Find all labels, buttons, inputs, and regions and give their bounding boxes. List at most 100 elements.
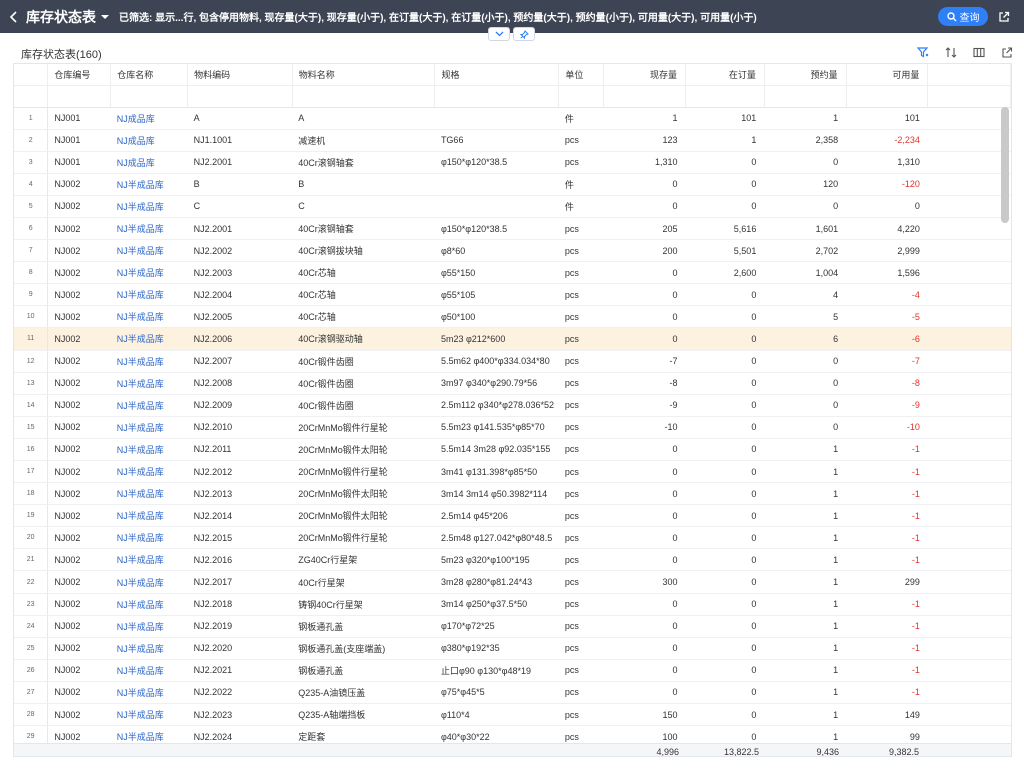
cell-warehouse-name[interactable]: NJ半成品库 xyxy=(110,460,188,484)
cell-warehouse-name[interactable]: NJ成品库 xyxy=(110,107,188,130)
col-header[interactable]: 规格 xyxy=(434,64,560,86)
column-filter-input[interactable] xyxy=(187,85,293,108)
vertical-scrollbar[interactable] xyxy=(1001,107,1009,223)
cell-warehouse-name[interactable]: NJ半成品库 xyxy=(110,482,188,506)
table-row[interactable]: 11 NJ002 NJ半成品库 NJ2.2006 40Cr滚钢驱动轴 5m23 φ212*… xyxy=(14,327,1011,351)
cell-warehouse-name[interactable]: NJ半成品库 xyxy=(110,659,188,682)
cell-warehouse-name[interactable]: NJ半成品库 xyxy=(110,283,188,307)
table-row[interactable]: 24 NJ002 NJ半成品库 NJ2.2019 钢板通孔盖 φ170*φ72*25 pcs… xyxy=(14,615,1011,638)
table-row[interactable]: 18 NJ002 NJ半成品库 NJ2.2013 20CrMnMo锻件太阳轮 3m14 3… xyxy=(14,482,1011,506)
pin-button[interactable] xyxy=(513,27,535,41)
table-row[interactable]: 15 NJ002 NJ半成品库 NJ2.2010 20CrMnMo锻件行星轮 5.5m23… xyxy=(14,416,1011,439)
cell-warehouse-name[interactable]: NJ半成品库 xyxy=(110,394,188,417)
table-row[interactable]: 13 NJ002 NJ半成品库 NJ2.2008 40Cr锻件齿圈 3m97 φ340*φ… xyxy=(14,372,1011,395)
table-row[interactable]: 27 NJ002 NJ半成品库 NJ2.2022 Q235-A油镜压盖 φ75*φ45*5… xyxy=(14,681,1011,705)
cell-warehouse-name[interactable]: NJ半成品库 xyxy=(110,593,188,616)
cell-warehouse-name[interactable]: NJ半成品库 xyxy=(110,615,188,638)
column-filter-input[interactable] xyxy=(764,85,847,108)
table-row[interactable]: 21 NJ002 NJ半成品库 NJ2.2016 ZG40Cr行星架 5m23 φ320*… xyxy=(14,548,1011,572)
cell-warehouse-name[interactable]: NJ半成品库 xyxy=(110,548,188,572)
cell-warehouse-name[interactable]: NJ半成品库 xyxy=(110,239,188,263)
export-table-icon[interactable] xyxy=(993,44,1021,60)
col-header[interactable]: 物料名称 xyxy=(292,64,436,86)
cell-available: -2,234 xyxy=(846,129,928,152)
column-filter-input[interactable] xyxy=(846,85,929,108)
cell-warehouse-name[interactable]: NJ成品库 xyxy=(110,129,188,152)
table-row[interactable]: 8 NJ002 NJ半成品库 NJ2.2003 40Cr芯轴 φ55*150 pcs 0 2,6… xyxy=(14,261,1011,285)
column-filter-input[interactable] xyxy=(110,85,189,108)
cell-warehouse-name[interactable]: NJ半成品库 xyxy=(110,703,188,727)
table-row[interactable]: 1 NJ001 NJ成品库 A A 件 1 101 1 101 xyxy=(14,107,1011,130)
col-header[interactable]: 现存量 xyxy=(603,64,687,86)
cell-material-name: ZG40Cr行星架 xyxy=(292,548,435,572)
columns-icon[interactable] xyxy=(965,44,993,60)
cell-warehouse-name[interactable]: NJ半成品库 xyxy=(110,173,188,196)
table-row[interactable]: 23 NJ002 NJ半成品库 NJ2.2018 铸钢40Cr行星架 3m14 φ250*… xyxy=(14,593,1011,616)
table-row[interactable]: 16 NJ002 NJ半成品库 NJ2.2011 20CrMnMo锻件太阳轮 5.5m14… xyxy=(14,438,1011,462)
query-button[interactable]: 查询 xyxy=(938,7,988,26)
table-row[interactable]: 25 NJ002 NJ半成品库 NJ2.2020 钢板通孔盖(支座端盖) φ380*φ19… xyxy=(14,637,1011,660)
cell-warehouse-name[interactable]: NJ成品库 xyxy=(110,151,188,174)
table-row[interactable]: 5 NJ002 NJ半成品库 C C 件 0 0 0 0 xyxy=(14,195,1011,218)
col-header[interactable]: 仓库编号 xyxy=(47,64,112,86)
col-header[interactable]: 预约量 xyxy=(764,64,847,86)
cell-material-code: NJ2.2001 xyxy=(187,151,293,174)
col-header[interactable]: 在订量 xyxy=(685,64,765,86)
filter-icon[interactable] xyxy=(909,44,937,60)
column-filter-input[interactable] xyxy=(292,85,436,108)
cell-warehouse-name[interactable]: NJ半成品库 xyxy=(110,305,188,329)
table-row[interactable]: 14 NJ002 NJ半成品库 NJ2.2009 40Cr锻件齿圈 2.5m112 φ34… xyxy=(14,394,1011,417)
cell-warehouse-name[interactable]: NJ半成品库 xyxy=(110,217,188,241)
column-filter-input[interactable] xyxy=(685,85,765,108)
column-filter-input[interactable] xyxy=(558,85,605,108)
column-filter-input[interactable] xyxy=(434,85,560,108)
table-row[interactable]: 9 NJ002 NJ半成品库 NJ2.2004 40Cr芯轴 φ55*105 pcs 0 0 4-… xyxy=(14,283,1011,307)
table-row[interactable]: 4 NJ002 NJ半成品库 B B 件 0 0 120 -120 xyxy=(14,173,1011,196)
cell-warehouse-name[interactable]: NJ半成品库 xyxy=(110,681,188,705)
table-row[interactable]: 7 NJ002 NJ半成品库 NJ2.2002 40Cr滚钢拔块轴 φ8*60 pcs 200… xyxy=(14,239,1011,263)
row-number: 2 xyxy=(14,129,49,152)
cell-warehouse-name[interactable]: NJ半成品库 xyxy=(110,195,188,218)
cell-warehouse-name[interactable]: NJ半成品库 xyxy=(110,327,188,351)
col-header[interactable]: 仓库名称 xyxy=(110,64,189,86)
table-row[interactable]: 2 NJ001 NJ成品库 NJ1.1001 减速机 TG66 pcs 123 1 2,358 -2… xyxy=(14,129,1011,152)
table-row[interactable]: 19 NJ002 NJ半成品库 NJ2.2014 20CrMnMo锻件太阳轮 2.5m14… xyxy=(14,504,1011,528)
filter-summary[interactable]: 已筛选: 显示...行, 包含停用物料, 现存量(大于), 现存量(小于), 在… xyxy=(119,9,879,24)
table-row[interactable]: 22 NJ002 NJ半成品库 NJ2.2017 40Cr行星架 3m28 φ280*φ8… xyxy=(14,570,1011,594)
table-row[interactable]: 3 NJ001 NJ成品库 NJ2.2001 40Cr滚钢轴套 φ150*φ120*38.… xyxy=(14,151,1011,174)
cell-onorder: 0 xyxy=(685,305,765,329)
col-header[interactable]: 可用量 xyxy=(846,64,929,86)
export-icon[interactable] xyxy=(998,10,1010,28)
filter-cell xyxy=(14,85,49,108)
sort-icon[interactable] xyxy=(937,44,965,60)
table-row[interactable]: 26 NJ002 NJ半成品库 NJ2.2021 钢板通孔盖 止口φ90 φ130*φ48… xyxy=(14,659,1011,682)
col-header[interactable]: 物料编码 xyxy=(187,64,293,86)
cell-warehouse-name[interactable]: NJ半成品库 xyxy=(110,350,188,373)
back-icon[interactable] xyxy=(0,0,26,33)
cell-warehouse-name[interactable]: NJ半成品库 xyxy=(110,438,188,462)
cell-warehouse-name[interactable]: NJ半成品库 xyxy=(110,570,188,594)
col-header[interactable]: 单位 xyxy=(558,64,605,86)
cell-material-name: Q235-A油镜压盖 xyxy=(292,681,435,705)
cell-warehouse-name[interactable]: NJ半成品库 xyxy=(110,637,188,660)
table-row[interactable]: 12 NJ002 NJ半成品库 NJ2.2007 40Cr锻件齿圈 5.5m62 φ400… xyxy=(14,350,1011,373)
cell-warehouse-name[interactable]: NJ半成品库 xyxy=(110,261,188,285)
cell-warehouse-name[interactable]: NJ半成品库 xyxy=(110,372,188,395)
cell-onorder: 0 xyxy=(685,327,765,351)
cell-available: -4 xyxy=(846,283,928,307)
column-filter-input[interactable] xyxy=(603,85,687,108)
table-row[interactable]: 28 NJ002 NJ半成品库 NJ2.2023 Q235-A轴端挡板 φ110*4 pcs… xyxy=(14,703,1011,727)
row-spacer xyxy=(927,151,1011,174)
table-row[interactable]: 6 NJ002 NJ半成品库 NJ2.2001 40Cr滚钢轴套 φ150*φ120*38… xyxy=(14,217,1011,241)
cell-warehouse-name[interactable]: NJ半成品库 xyxy=(110,416,188,439)
row-number: 8 xyxy=(14,261,49,285)
cell-warehouse-name[interactable]: NJ半成品库 xyxy=(110,504,188,528)
cell-warehouse-name[interactable]: NJ半成品库 xyxy=(110,526,188,550)
caret-down-icon[interactable] xyxy=(101,14,109,19)
table-row[interactable]: 20 NJ002 NJ半成品库 NJ2.2015 20CrMnMo锻件行星轮 2.5m48… xyxy=(14,526,1011,550)
column-filter-input[interactable] xyxy=(47,85,112,108)
collapse-filter-button[interactable] xyxy=(488,27,510,41)
table-row[interactable]: 17 NJ002 NJ半成品库 NJ2.2012 20CrMnMo锻件行星轮 3m41 φ… xyxy=(14,460,1011,484)
cell-onhand: 0 xyxy=(603,305,686,329)
table-row[interactable]: 10 NJ002 NJ半成品库 NJ2.2005 40Cr芯轴 φ50*100 pcs 0 0 5… xyxy=(14,305,1011,329)
